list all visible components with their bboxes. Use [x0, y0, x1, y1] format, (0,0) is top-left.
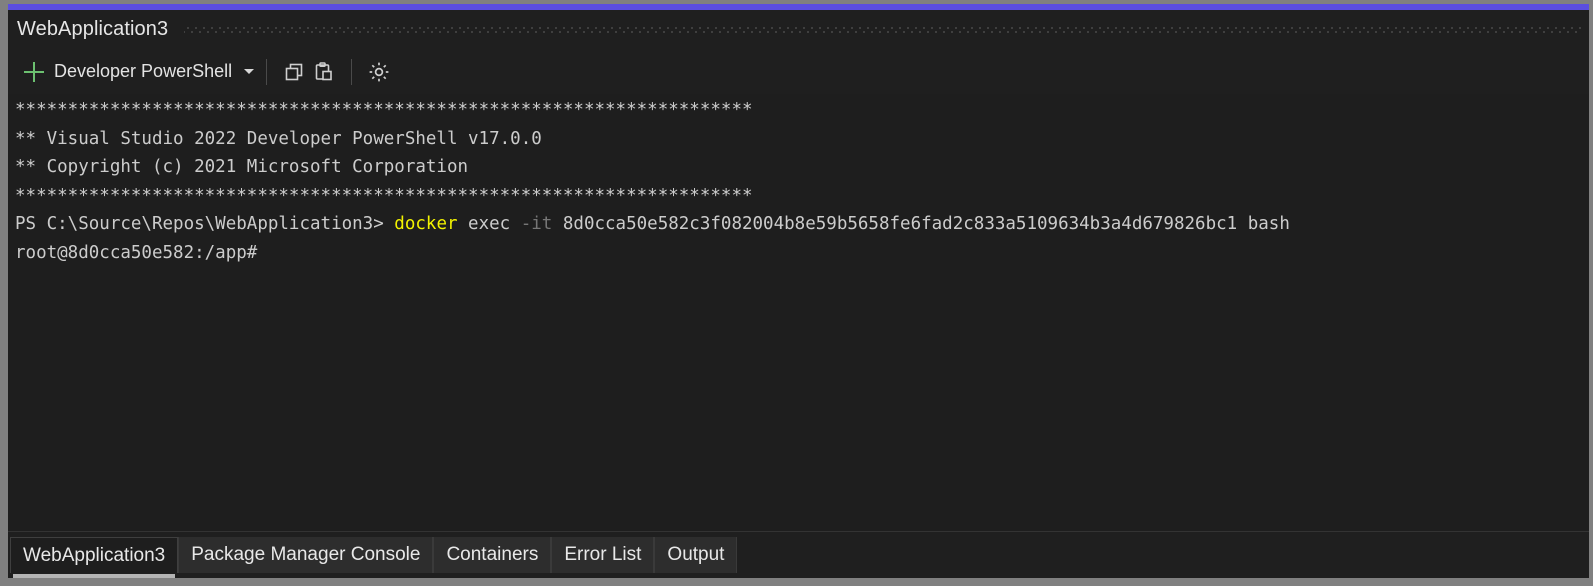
gear-icon — [367, 60, 391, 84]
window-title: WebApplication3 — [8, 18, 168, 41]
console-text-line: ****************************************… — [15, 96, 1589, 125]
console-text-line: ** Visual Studio 2022 Developer PowerShe… — [15, 125, 1589, 154]
tab-containers[interactable]: Containers — [433, 537, 551, 573]
tab-label: WebApplication3 — [23, 545, 165, 567]
terminal-profile-label: Developer PowerShell — [54, 61, 232, 82]
chevron-down-icon[interactable] — [244, 67, 254, 77]
window-drag-grip[interactable] — [184, 23, 1583, 37]
console-text-line: ****************************************… — [15, 182, 1589, 211]
settings-button[interactable] — [364, 57, 394, 87]
tab-label: Containers — [446, 544, 538, 566]
copy-button[interactable] — [279, 57, 309, 87]
toolbar-separator — [351, 59, 352, 85]
tool-window-tab-strip: WebApplication3 Package Manager Console Co… — [8, 531, 1589, 578]
new-terminal-button[interactable]: Developer PowerShell — [22, 57, 238, 86]
tab-label: Error List — [564, 544, 641, 566]
tab-webapplication3[interactable]: WebApplication3 — [10, 537, 178, 573]
terminal-tool-window: WebApplication3 Developer PowerShell — [0, 0, 1593, 586]
console-text-line: root@8d0cca50e582:/app# — [15, 239, 1589, 268]
console-command-line: PS C:\Source\Repos\WebApplication3> dock… — [15, 210, 1589, 239]
tab-output[interactable]: Output — [654, 537, 737, 573]
paste-button[interactable] — [309, 57, 339, 87]
plus-icon — [24, 62, 44, 82]
terminal-panel: WebApplication3 Developer PowerShell — [8, 10, 1589, 578]
console-command-name: docker — [394, 214, 457, 234]
tab-error-list[interactable]: Error List — [551, 537, 654, 573]
console-output[interactable]: ****************************************… — [8, 94, 1589, 531]
tab-package-manager-console[interactable]: Package Manager Console — [178, 537, 433, 573]
console-arguments: 8d0cca50e582c3f082004b8e59b5658fe6fad2c8… — [552, 214, 1290, 234]
toolbar-separator — [266, 59, 267, 85]
tab-label: Package Manager Console — [191, 544, 420, 566]
console-text-line: ** Copyright (c) 2021 Microsoft Corporat… — [15, 153, 1589, 182]
paste-icon — [313, 61, 335, 83]
terminal-toolbar: Developer PowerShell — [8, 49, 1589, 94]
console-prompt: PS C:\Source\Repos\WebApplication3> — [15, 214, 394, 234]
title-bar: WebApplication3 — [8, 10, 1589, 49]
console-subcommand: exec — [458, 214, 521, 234]
console-flag: -it — [521, 214, 553, 234]
tab-label: Output — [667, 544, 724, 566]
copy-icon — [283, 61, 305, 83]
